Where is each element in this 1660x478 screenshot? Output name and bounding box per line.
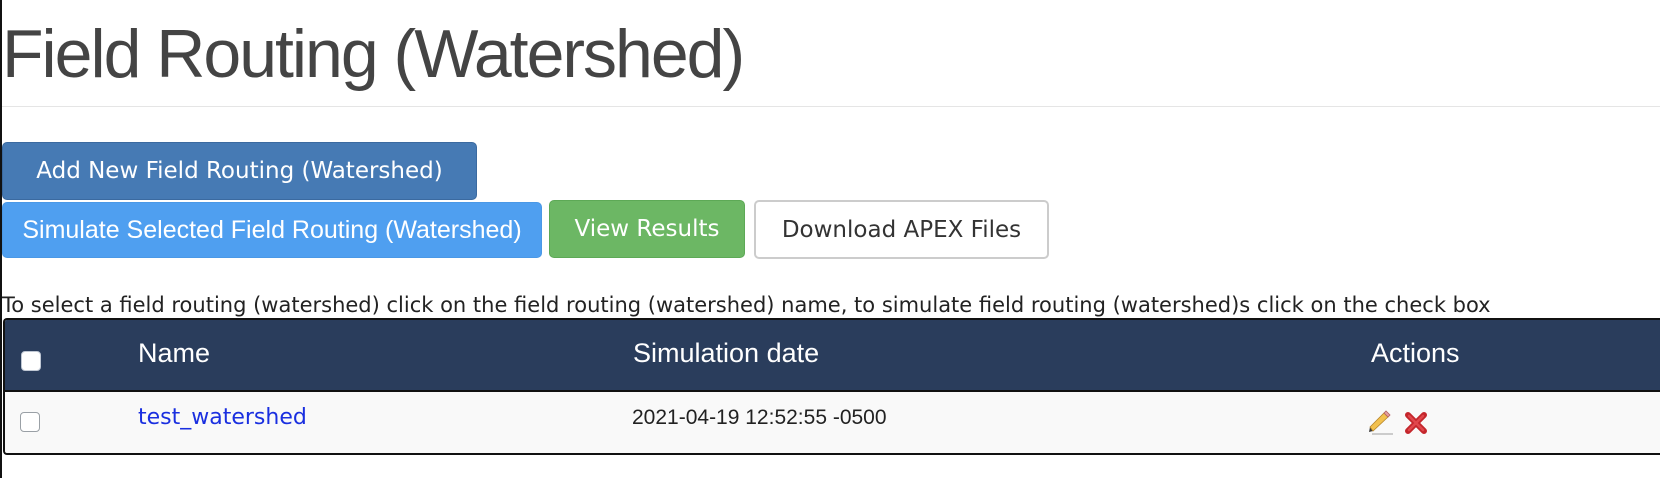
column-header-actions: Actions — [1371, 338, 1460, 368]
edit-pencil-icon[interactable] — [1367, 408, 1395, 436]
title-divider — [2, 106, 1660, 107]
view-results-button[interactable]: View Results — [549, 200, 745, 258]
add-field-routing-button[interactable]: Add New Field Routing (Watershed) — [2, 142, 477, 200]
table-header: Name Simulation date Actions — [5, 320, 1660, 392]
simulate-selected-button[interactable]: Simulate Selected Field Routing (Watersh… — [2, 202, 542, 258]
select-all-checkbox[interactable] — [21, 351, 41, 371]
row-select-checkbox[interactable] — [20, 412, 40, 432]
row-name-link[interactable]: test_watershed — [138, 405, 307, 430]
delete-x-icon[interactable] — [1402, 409, 1430, 437]
instructions-text: To select a field routing (watershed) cl… — [2, 293, 1491, 317]
row-simulation-date: 2021-04-19 12:52:55 -0500 — [632, 406, 887, 429]
page-title: Field Routing (Watershed) — [2, 16, 745, 92]
field-routing-table: Name Simulation date Actions test_waters… — [3, 318, 1660, 455]
download-apex-files-button[interactable]: Download APEX Files — [754, 200, 1049, 259]
column-header-simulation-date: Simulation date — [633, 338, 820, 368]
column-header-name: Name — [138, 338, 211, 368]
